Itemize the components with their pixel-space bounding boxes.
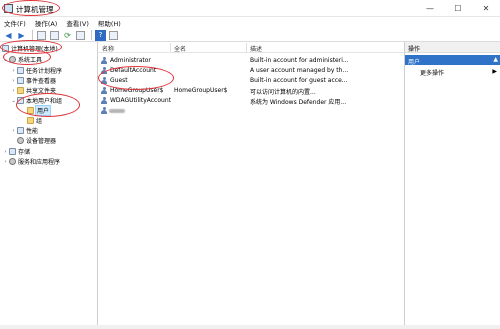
tree-groups[interactable]: 组: [20, 116, 42, 125]
column-description[interactable]: 描述: [250, 44, 262, 53]
more-actions-link[interactable]: 更多操作: [420, 68, 444, 77]
user-icon: [101, 97, 107, 104]
list-item[interactable]: DefaultAccount A user account managed by…: [98, 66, 404, 75]
menu-file[interactable]: 文件(F): [4, 18, 26, 28]
minimize-button[interactable]: —: [416, 0, 444, 17]
performance-icon: [17, 127, 24, 134]
properties-icon[interactable]: [109, 30, 118, 40]
expand-icon[interactable]: ›: [10, 128, 17, 134]
chevron-right-icon[interactable]: ▶: [492, 68, 497, 75]
tree-local-users-groups[interactable]: ⌄ 本地用户和组: [10, 96, 62, 105]
storage-icon: [9, 148, 16, 155]
console-tree: 计算机管理(本地) ⌄ 系统工具 › 任务计划程序 › 事件查看器 › 共享文件…: [0, 42, 98, 329]
toolbar: ◀ ▶ ⟳ ?: [0, 29, 500, 42]
tree-users[interactable]: 用户: [20, 105, 52, 116]
folder-icon: [17, 87, 24, 94]
folder-icon: [27, 107, 34, 114]
collapse-icon[interactable]: ⌄: [2, 57, 9, 63]
list-item[interactable]: Administrator Built-in account for admin…: [98, 56, 404, 65]
tree-storage[interactable]: › 存储: [2, 147, 30, 156]
tree-device-manager[interactable]: 设备管理器: [10, 136, 56, 145]
folder-icon: [27, 117, 34, 124]
column-divider[interactable]: [246, 43, 247, 52]
expand-icon[interactable]: ›: [10, 68, 17, 74]
collapse-up-icon[interactable]: ▲: [493, 56, 498, 63]
services-icon: [9, 158, 16, 165]
window-title: 计算机管理: [16, 5, 54, 14]
menu-view[interactable]: 查看(V): [66, 18, 89, 28]
device-manager-icon: [17, 137, 24, 144]
export-list-icon[interactable]: [76, 30, 85, 40]
menu-bar: 文件(F) 操作(A) 查看(V) 帮助(H): [0, 17, 500, 29]
toolbar-divider: [91, 30, 92, 40]
forward-arrow-icon[interactable]: ▶: [16, 30, 27, 41]
tree-services-apps[interactable]: › 服务和应用程序: [2, 157, 60, 166]
collapse-icon[interactable]: ⌄: [10, 98, 17, 104]
expand-icon[interactable]: ›: [2, 159, 9, 165]
actions-section-users[interactable]: 用户 ▲: [405, 55, 500, 66]
actions-pane: 操作 用户 ▲ 更多操作 ▶: [404, 42, 500, 329]
computer-icon: [2, 45, 9, 52]
maximize-button[interactable]: ☐: [444, 0, 472, 17]
users-group-icon: [17, 97, 24, 104]
list-item[interactable]: Guest Built-in account for guest acce...: [98, 76, 404, 85]
window-controls: — ☐ ✕: [416, 0, 500, 17]
show-hide-tree-icon[interactable]: [50, 30, 59, 40]
tree-task-scheduler[interactable]: › 任务计划程序: [10, 66, 62, 75]
tree-event-viewer[interactable]: › 事件查看器: [10, 76, 56, 85]
horizontal-scrollbar[interactable]: [0, 325, 500, 329]
computer-management-icon: [4, 4, 13, 13]
tree-root[interactable]: 计算机管理(本地): [2, 44, 58, 53]
refresh-icon[interactable]: ⟳: [62, 30, 73, 41]
actions-header: 操作: [405, 42, 500, 53]
user-list-pane: 名称 全名 描述 Administrator Built-in account …: [98, 42, 404, 329]
tree-performance[interactable]: › 性能: [10, 126, 38, 135]
close-button[interactable]: ✕: [472, 0, 500, 17]
title-bar: 计算机管理 — ☐ ✕: [0, 0, 500, 17]
toolbar-divider: [32, 30, 33, 40]
event-log-icon: [17, 77, 24, 84]
list-item[interactable]: WDAGUtilityAccount 系统为 Windows Defender …: [98, 96, 404, 106]
user-icon: [101, 87, 107, 94]
column-divider[interactable]: [170, 43, 171, 52]
redacted-username: [109, 109, 125, 113]
back-arrow-icon[interactable]: ◀: [3, 30, 14, 41]
user-icon: [101, 57, 107, 64]
tools-icon: [9, 56, 16, 63]
clock-icon: [17, 67, 24, 74]
help-icon[interactable]: ?: [95, 29, 106, 41]
user-icon: [101, 77, 107, 84]
user-icon: [101, 107, 107, 114]
menu-help[interactable]: 帮助(H): [98, 18, 121, 28]
user-icon: [101, 67, 107, 74]
expand-icon[interactable]: ›: [10, 88, 17, 94]
list-item[interactable]: [98, 106, 404, 115]
expand-icon[interactable]: ›: [2, 149, 9, 155]
list-header: 名称 全名 描述: [98, 42, 404, 53]
menu-action[interactable]: 操作(A): [35, 18, 58, 28]
list-item[interactable]: HomeGroupUser$ HomeGroupUser$ 可以访问计算机的内置…: [98, 86, 404, 96]
tree-system-tools[interactable]: ⌄ 系统工具: [2, 55, 42, 64]
expand-icon[interactable]: ›: [10, 78, 17, 84]
tree-shared-folders[interactable]: › 共享文件夹: [10, 86, 56, 95]
column-name[interactable]: 名称: [102, 44, 114, 53]
up-folder-icon[interactable]: [37, 30, 46, 40]
column-full-name[interactable]: 全名: [174, 44, 186, 53]
